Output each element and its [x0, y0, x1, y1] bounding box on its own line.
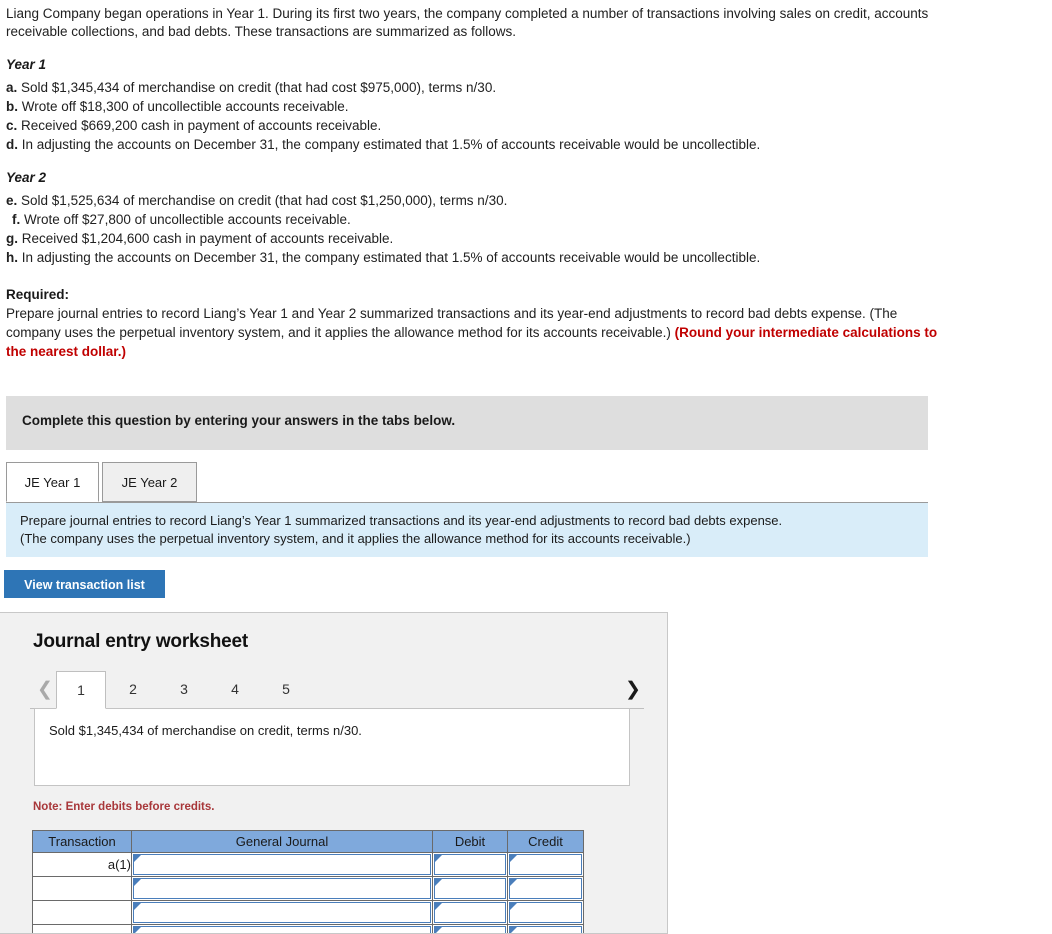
list-item: h. In adjusting the accounts on December…: [6, 248, 1052, 267]
credit-input[interactable]: [509, 902, 582, 923]
tab-je-year-2[interactable]: JE Year 2: [102, 462, 197, 502]
transaction-description-box: Sold $1,345,434 of merchandise on credit…: [34, 708, 630, 786]
item-letter: d.: [6, 137, 18, 152]
required-block: Required: Prepare journal entries to rec…: [6, 285, 946, 361]
problem-intro: Liang Company began operations in Year 1…: [6, 6, 929, 39]
item-letter: g.: [6, 231, 18, 246]
item-letter: h.: [6, 250, 18, 265]
item-text: Received $669,200 cash in payment of acc…: [21, 118, 382, 133]
complete-question-text: Complete this question by entering your …: [22, 413, 456, 428]
general-journal-input[interactable]: [133, 854, 431, 875]
complete-question-banner: Complete this question by entering your …: [6, 396, 928, 450]
cell-general-journal[interactable]: [131, 900, 433, 925]
tab-instruction-banner: Prepare journal entries to record Liang’…: [6, 503, 928, 557]
table-header-row: Transaction General Journal Debit Credit: [32, 830, 584, 853]
debit-input[interactable]: [434, 878, 506, 899]
column-header-credit: Credit: [507, 830, 584, 853]
list-item: f. Wrote off $27,800 of uncollectible ac…: [6, 210, 1052, 229]
item-text: Wrote off $27,800 of uncollectible accou…: [24, 212, 351, 227]
cell-credit[interactable]: [507, 876, 584, 901]
cell-transaction: [32, 876, 132, 901]
item-text: In adjusting the accounts on December 31…: [21, 250, 761, 265]
tab-instruction-line-1: Prepare journal entries to record Liang’…: [20, 513, 783, 528]
chevron-left-icon[interactable]: ❮: [34, 677, 56, 703]
pager-page-3[interactable]: 3: [159, 671, 209, 709]
cell-general-journal[interactable]: [131, 924, 433, 933]
je-tab-strip: JE Year 1 JE Year 2: [6, 462, 928, 503]
year2-item-list: e. Sold $1,525,634 of merchandise on cre…: [6, 191, 1052, 267]
pager-page-2[interactable]: 2: [108, 671, 158, 709]
column-header-general-journal: General Journal: [131, 830, 433, 853]
tab-instruction-line-2: (The company uses the perpetual inventor…: [20, 531, 691, 546]
view-transaction-list-button[interactable]: View transaction list: [4, 570, 165, 598]
general-journal-input[interactable]: [133, 902, 431, 923]
debit-input[interactable]: [434, 902, 506, 923]
table-row: [32, 924, 584, 933]
item-letter: b.: [6, 99, 18, 114]
chevron-right-icon[interactable]: ❯: [622, 677, 644, 703]
year1-heading: Year 1: [6, 57, 47, 72]
journal-entry-table: Transaction General Journal Debit Credit…: [32, 830, 584, 933]
pager-page-5[interactable]: 5: [261, 671, 311, 709]
column-header-debit: Debit: [432, 830, 508, 853]
table-row: [32, 900, 584, 925]
pager-page-4[interactable]: 4: [210, 671, 260, 709]
item-letter: c.: [6, 118, 18, 133]
credit-input[interactable]: [509, 878, 582, 899]
list-item: c. Received $669,200 cash in payment of …: [6, 116, 1052, 135]
cell-credit[interactable]: [507, 924, 584, 933]
item-text: Sold $1,525,634 of merchandise on credit…: [21, 193, 508, 208]
list-item: d. In adjusting the accounts on December…: [6, 135, 1052, 154]
required-body: Prepare journal entries to record Liang’…: [6, 304, 946, 361]
debits-before-credits-note: Note: Enter debits before credits.: [33, 801, 215, 813]
general-journal-input[interactable]: [133, 926, 431, 933]
cell-debit[interactable]: [432, 876, 508, 901]
journal-entry-worksheet-panel: Journal entry worksheet ❮ 1 2 3 4 5 ❯ So…: [0, 612, 668, 934]
debit-input[interactable]: [434, 854, 506, 875]
cell-general-journal[interactable]: [131, 852, 433, 877]
debit-input[interactable]: [434, 926, 506, 933]
item-text: Received $1,204,600 cash in payment of a…: [21, 231, 394, 246]
item-text: Sold $1,345,434 of merchandise on credit…: [21, 80, 497, 95]
general-journal-input[interactable]: [133, 878, 431, 899]
list-item: a. Sold $1,345,434 of merchandise on cre…: [6, 78, 1052, 97]
item-letter: f.: [12, 212, 21, 227]
cell-debit[interactable]: [432, 924, 508, 933]
cell-credit[interactable]: [507, 852, 584, 877]
tab-je-year-1[interactable]: JE Year 1: [6, 462, 99, 502]
credit-input[interactable]: [509, 926, 582, 933]
item-letter: e.: [6, 193, 18, 208]
list-item: b. Wrote off $18,300 of uncollectible ac…: [6, 97, 1052, 116]
worksheet-pager: ❮ 1 2 3 4 5 ❯: [30, 671, 644, 709]
table-row: a(1): [32, 852, 584, 877]
list-item: g. Received $1,204,600 cash in payment o…: [6, 229, 1052, 248]
required-label: Required:: [6, 287, 70, 302]
cell-transaction: a(1): [32, 852, 132, 877]
item-letter: a.: [6, 80, 18, 95]
column-header-transaction: Transaction: [32, 830, 132, 853]
table-row: [32, 876, 584, 901]
cell-credit[interactable]: [507, 900, 584, 925]
item-text: In adjusting the accounts on December 31…: [21, 137, 761, 152]
worksheet-title: Journal entry worksheet: [33, 631, 249, 652]
year1-item-list: a. Sold $1,345,434 of merchandise on cre…: [6, 78, 1052, 154]
cell-debit[interactable]: [432, 900, 508, 925]
pager-page-1[interactable]: 1: [56, 671, 106, 709]
item-text: Wrote off $18,300 of uncollectible accou…: [21, 99, 349, 114]
transaction-description-text: Sold $1,345,434 of merchandise on credit…: [49, 723, 362, 738]
year2-heading: Year 2: [6, 170, 47, 185]
cell-general-journal[interactable]: [131, 876, 433, 901]
cell-debit[interactable]: [432, 852, 508, 877]
cell-transaction: [32, 924, 132, 933]
credit-input[interactable]: [509, 854, 582, 875]
cell-transaction: [32, 900, 132, 925]
page-root: Liang Company began operations in Year 1…: [0, 0, 1052, 934]
list-item: e. Sold $1,525,634 of merchandise on cre…: [6, 191, 1052, 210]
